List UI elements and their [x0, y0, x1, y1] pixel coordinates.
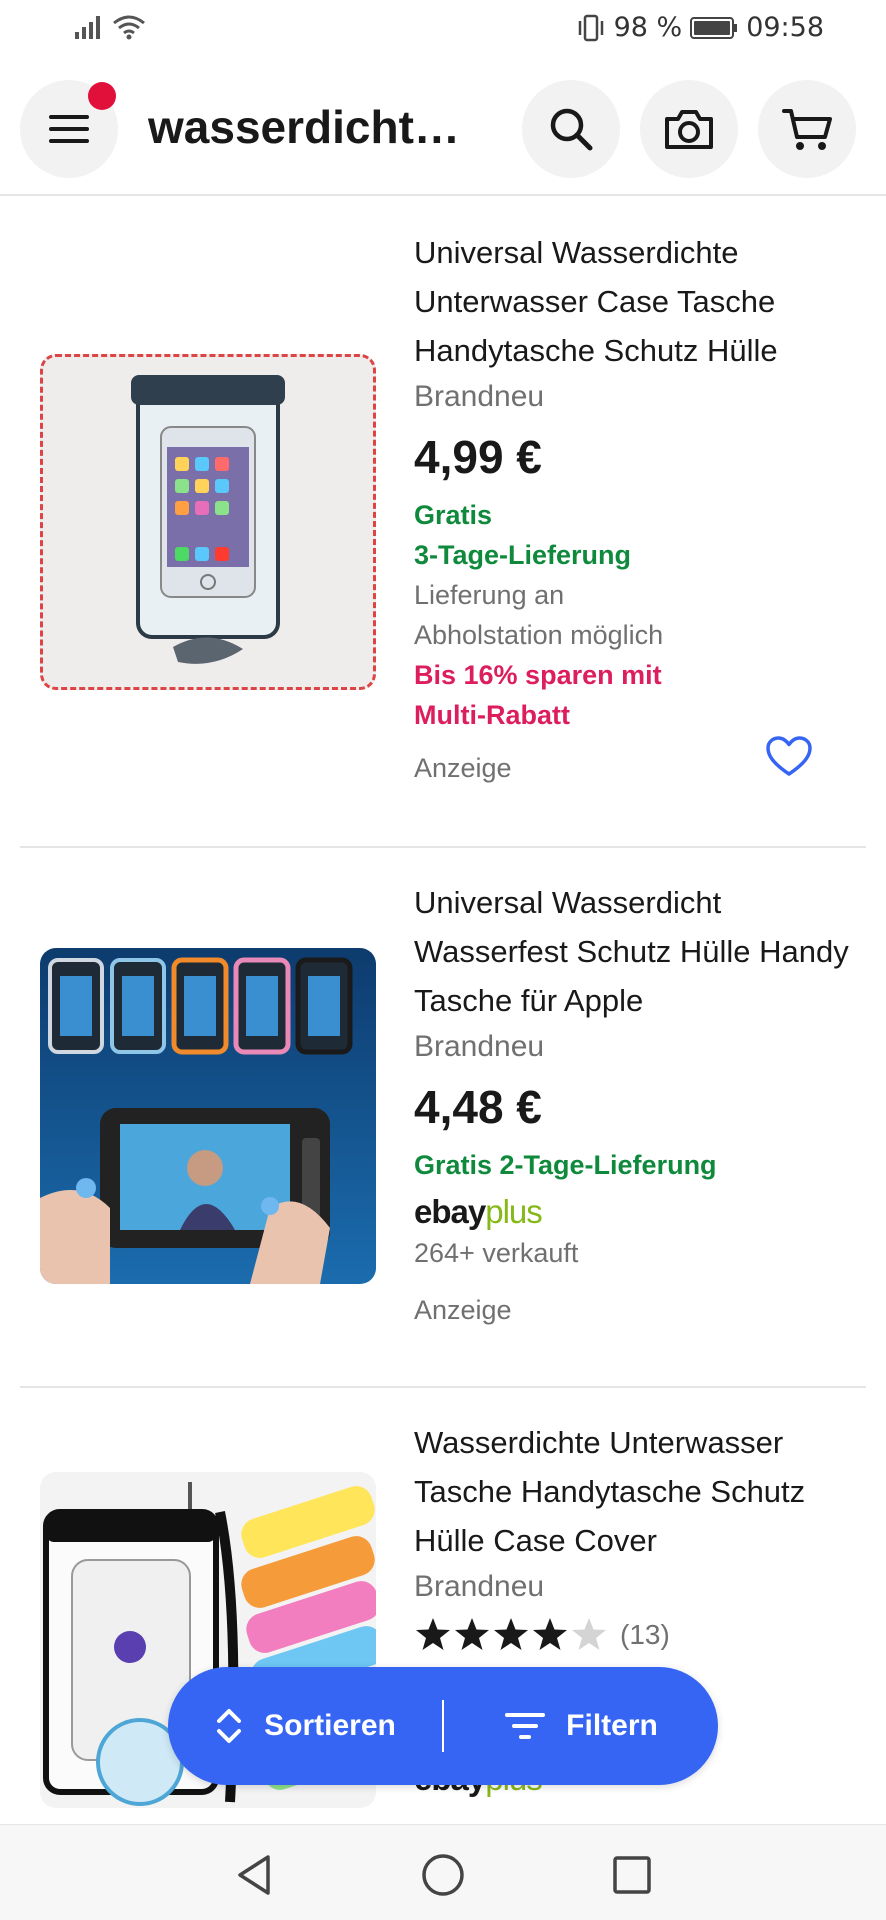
shipping-speed: 3-Tage-Lieferung: [414, 540, 632, 570]
sold-count: 264+ verkauft: [414, 1238, 579, 1268]
list-item[interactable]: Universal Wasserdichte Unterwasser Case …: [20, 198, 866, 848]
status-bar: 98 % 09:58: [0, 0, 886, 60]
list-item[interactable]: Universal Wasserdicht Wasserfest Schutz …: [20, 848, 866, 1388]
camera-search-button[interactable]: [640, 80, 738, 178]
item-condition: Brandneu: [414, 1570, 545, 1603]
recents-icon[interactable]: [612, 1855, 652, 1895]
product-image[interactable]: [40, 948, 376, 1284]
filter-label: Filtern: [566, 1709, 658, 1742]
rating: (13): [414, 1615, 854, 1655]
product-image[interactable]: [40, 354, 376, 690]
battery-icon: [690, 16, 738, 39]
pickup-info: Lieferung an: [414, 580, 565, 610]
item-condition: Brandneu: [414, 380, 545, 413]
sort-button[interactable]: Sortieren: [168, 1667, 442, 1785]
item-price: 4,48 €: [414, 1081, 542, 1133]
cart-icon: [782, 109, 832, 150]
battery-percent: 98 %: [613, 12, 683, 43]
star-rating-icon: [416, 1618, 606, 1650]
shipping-free: Gratis: [414, 500, 493, 530]
item-title[interactable]: Universal Wasserdicht Wasserfest Schutz …: [414, 878, 854, 1025]
sort-filter-bar: Sortieren Filtern: [168, 1667, 718, 1785]
shipping-info: Gratis 2-Tage-Lieferung: [414, 1150, 717, 1180]
ebay-plus-logo-ebay: ebay: [414, 1193, 486, 1230]
wifi-icon: [113, 15, 145, 40]
home-icon[interactable]: [421, 1853, 465, 1897]
search-button[interactable]: [522, 80, 620, 178]
search-query-text[interactable]: wasserdicht…: [148, 100, 488, 154]
search-icon: [550, 108, 593, 151]
pickup-info-2: Abholstation möglich: [414, 620, 664, 650]
promo-text-2: Multi-Rabatt: [414, 700, 570, 730]
menu-button[interactable]: [20, 80, 118, 178]
item-price: 4,99 €: [414, 431, 542, 483]
rating-count: (13): [620, 1619, 670, 1650]
cart-button[interactable]: [758, 80, 856, 178]
results-list: Universal Wasserdichte Unterwasser Case …: [0, 198, 886, 1848]
back-icon[interactable]: [234, 1853, 274, 1897]
filter-button[interactable]: Filtern: [444, 1667, 718, 1785]
notification-badge: [88, 82, 116, 110]
item-title[interactable]: Universal Wasserdichte Unterwasser Case …: [414, 228, 854, 375]
ebay-plus-logo-plus: plus: [485, 1193, 543, 1230]
clock: 09:58: [746, 12, 824, 43]
item-title[interactable]: Wasserdichte Unterwasser Tasche Handytas…: [414, 1418, 854, 1565]
ebay-plus-logo: ebayplus: [414, 1191, 854, 1233]
vibrate-icon: [578, 14, 603, 41]
sort-arrows-icon: [217, 1709, 242, 1743]
sort-label: Sortieren: [264, 1709, 396, 1742]
filter-icon: [505, 1713, 546, 1739]
heart-icon[interactable]: [766, 736, 812, 778]
camera-icon: [665, 110, 713, 149]
hamburger-icon: [49, 115, 89, 143]
signal-icon: [75, 16, 100, 39]
ad-label: Anzeige: [414, 1295, 512, 1325]
promo-text: Bis 16% sparen mit: [414, 660, 662, 690]
search-header: wasserdicht…: [0, 60, 886, 196]
system-nav-bar: [0, 1824, 886, 1920]
item-condition: Brandneu: [414, 1030, 545, 1063]
